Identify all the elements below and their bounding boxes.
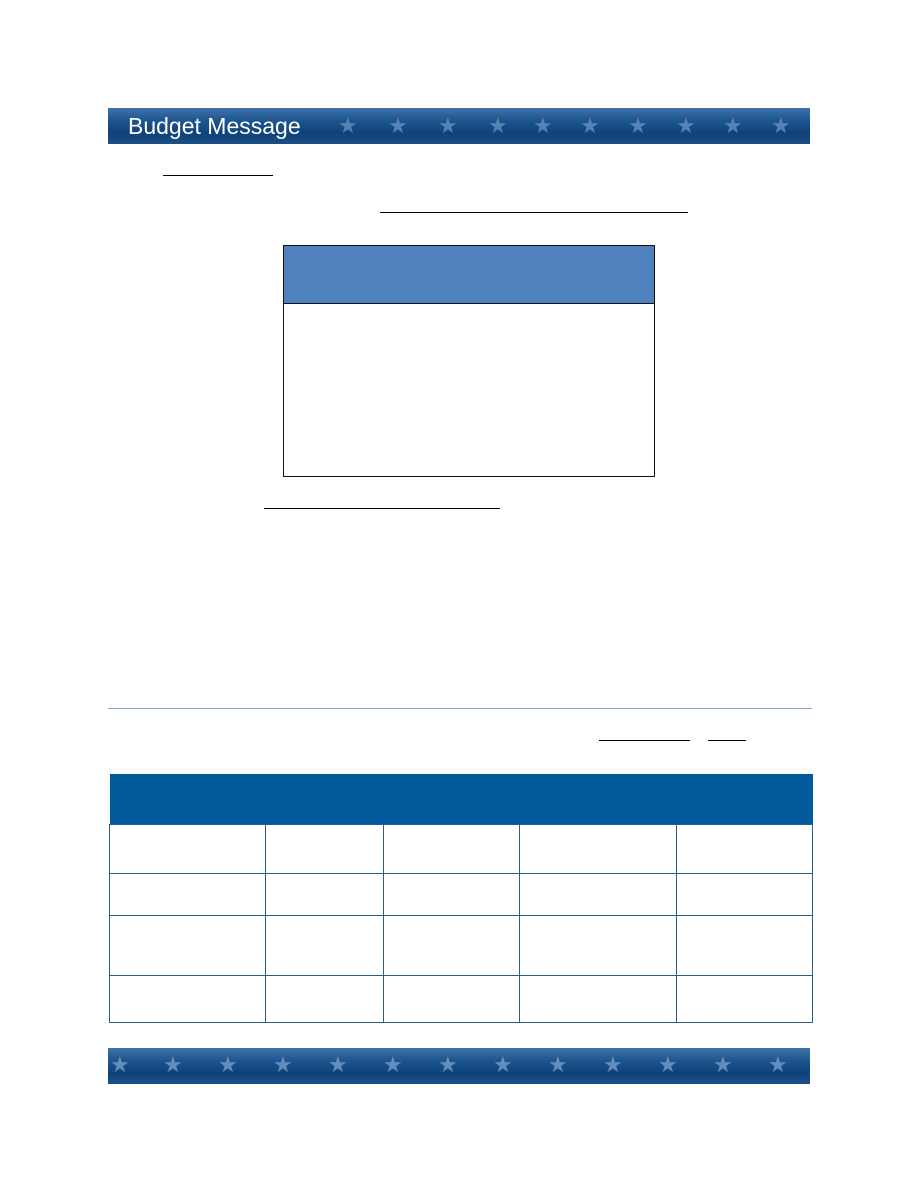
underlined-heading-rule (163, 175, 273, 176)
table-cell (519, 824, 677, 874)
table-header-cell (109, 774, 266, 825)
table-cell (265, 824, 384, 874)
underlined-subheading-rule (380, 212, 688, 213)
table-cell (519, 873, 677, 916)
table-cell (265, 975, 384, 1023)
star-icon: ★ (658, 1052, 678, 1077)
table-cell (383, 915, 520, 976)
star-icon: ★ (163, 1052, 183, 1077)
star-icon: ★ (493, 1052, 513, 1077)
table-cell (109, 975, 266, 1023)
table-cell (383, 873, 520, 916)
table-row (109, 824, 813, 874)
table-cell (519, 915, 677, 976)
star-icon: ★ (628, 113, 648, 138)
star-icon: ★ (533, 113, 553, 138)
table-cell (383, 975, 520, 1023)
star-icon: ★ (580, 113, 600, 138)
table-cell (519, 975, 677, 1023)
star-icon: ★ (438, 1052, 458, 1077)
table-cell (265, 873, 384, 916)
star-icon: ★ (328, 1052, 348, 1077)
header-banner: ★ ★ ★ ★ ★ ★ ★ ★ ★ ★ Budget Message (108, 108, 810, 144)
page-title: Budget Message (128, 113, 301, 139)
table-row (109, 915, 813, 976)
table-header-cell (519, 774, 677, 825)
table-header-cell (383, 774, 520, 825)
callout-header (284, 246, 654, 304)
table-row (109, 873, 813, 916)
table-cell (109, 824, 266, 874)
star-icon: ★ (438, 113, 458, 138)
table-cell (676, 824, 813, 874)
star-icon: ★ (488, 113, 508, 138)
table-header-cell (676, 774, 813, 825)
table-header-cell (265, 774, 384, 825)
star-icon: ★ (723, 113, 743, 138)
table-cell (676, 975, 813, 1023)
section-divider (108, 708, 812, 709)
star-icon: ★ (338, 113, 358, 138)
table-cell (265, 915, 384, 976)
table-row (109, 975, 813, 1023)
star-icon: ★ (603, 1052, 623, 1077)
star-icon: ★ (273, 1052, 293, 1077)
table-cell (383, 824, 520, 874)
star-icon: ★ (548, 1052, 568, 1077)
star-icon: ★ (388, 113, 408, 138)
underlined-link-rule (264, 508, 500, 509)
star-icon: ★ (218, 1052, 238, 1077)
star-icon: ★ (676, 113, 696, 138)
star-icon: ★ (713, 1052, 733, 1077)
callout-box (283, 245, 655, 477)
underlined-value-rule (708, 740, 746, 741)
star-icon: ★ (768, 1052, 788, 1077)
table-cell (109, 873, 266, 916)
table-cell (676, 915, 813, 976)
star-icon: ★ (771, 113, 791, 138)
table-header-row (109, 774, 813, 825)
table-cell (109, 915, 266, 976)
star-icon: ★ (383, 1052, 403, 1077)
underlined-label-rule (599, 740, 690, 741)
banner-star-pattern: ★ ★ ★ ★ ★ ★ ★ ★ ★ ★ ★ ★ ★ (108, 1048, 810, 1084)
star-icon: ★ (110, 1052, 130, 1077)
table-cell (676, 873, 813, 916)
data-table (109, 774, 813, 1023)
footer-banner: ★ ★ ★ ★ ★ ★ ★ ★ ★ ★ ★ ★ ★ (108, 1048, 810, 1084)
